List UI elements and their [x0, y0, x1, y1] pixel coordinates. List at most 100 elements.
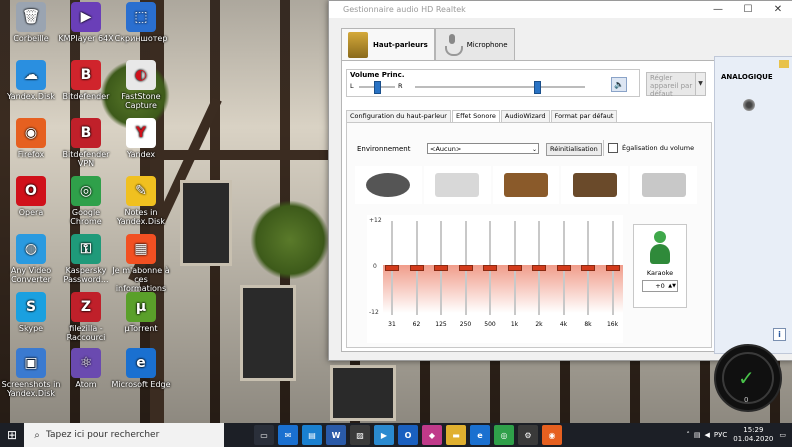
volume-slider-thumb[interactable] [534, 81, 542, 94]
eq-band-thumb[interactable] [483, 265, 497, 271]
chrome-taskbar-icon[interactable]: ◎ [494, 425, 514, 445]
notifications-icon[interactable]: ▭ [779, 431, 786, 439]
desktop-icon[interactable]: ◍ Any Video Converter [0, 234, 62, 284]
eq-band-thumb[interactable] [458, 265, 473, 271]
network-icon[interactable]: ▤ [694, 431, 701, 439]
status-gauge-widget[interactable]: ✓ 0 [714, 344, 782, 412]
maximize-button[interactable]: ☐ [733, 4, 763, 15]
desktop-icon[interactable]: ⬚ Скриншотер [110, 2, 172, 43]
tray-chevron-icon[interactable]: ˄ [686, 431, 690, 439]
minimize-button[interactable]: — [703, 4, 733, 15]
taskbar-search[interactable]: ⌕ Tapez ici pour rechercher [24, 423, 224, 447]
mute-button[interactable]: 🔈 [611, 77, 627, 92]
folder-icon[interactable] [779, 60, 789, 68]
photos-icon[interactable]: ▨ [350, 425, 370, 445]
close-button[interactable]: ✕ [763, 4, 792, 15]
loudness-equalization-checkbox[interactable]: Égalisation du volume [603, 140, 708, 156]
task-view-icon[interactable]: ▭ [254, 425, 274, 445]
environment-selected-value: <Aucun> [430, 145, 462, 153]
skype-icon: S [16, 292, 46, 322]
mail-icon[interactable]: ✉ [278, 425, 298, 445]
desktop-icon-label: Yandex.Disk [6, 92, 56, 101]
device-tabs: Haut-parleurs Microphone [341, 28, 515, 60]
karaoke-singer-icon[interactable] [648, 231, 672, 267]
edge-taskbar-icon[interactable]: e [470, 425, 490, 445]
tab-sound-effects[interactable]: Effet Sonore [451, 110, 500, 122]
eq-band-frequency: 31 [388, 321, 396, 328]
outlook-icon[interactable]: O [398, 425, 418, 445]
eq-band-thumb[interactable] [581, 265, 595, 271]
preset-bathroom[interactable] [423, 166, 491, 204]
checkbox-box[interactable] [608, 143, 618, 153]
volume-slider-track[interactable] [415, 86, 585, 88]
eq-band-thumb[interactable] [434, 265, 448, 271]
tab-default-format[interactable]: Format par défaut [550, 110, 618, 122]
desktop-icon[interactable]: ⚿ Kaspersky Password... [55, 234, 117, 284]
zoom-icon[interactable]: ▶ [374, 425, 394, 445]
desktop-icon[interactable]: Zfilezilla - Raccourci [55, 292, 117, 342]
language-indicator[interactable]: РУС [714, 431, 727, 439]
preset-stone[interactable] [355, 166, 422, 204]
eq-band-thumb[interactable] [605, 265, 620, 271]
desktop-icon[interactable]: ⚛ Atom [55, 348, 117, 389]
desktop-icon[interactable]: ◐ FastStone Capture [110, 60, 172, 110]
firefox-icon: ◉ [16, 118, 46, 148]
reset-button[interactable]: Réinitialisation [546, 143, 602, 156]
store-icon[interactable]: ▤ [302, 425, 322, 445]
tab-speaker-configuration[interactable]: Configuration du haut-parleur [346, 110, 451, 122]
folder-icon[interactable]: ▬ [446, 425, 466, 445]
desktop-icon[interactable]: ▦ Je m'abonne à ces informations [110, 234, 172, 293]
tab-microphone[interactable]: Microphone [434, 28, 515, 60]
settings-icon[interactable]: ⚙ [518, 425, 538, 445]
eq-band-frequency: 500 [484, 321, 496, 328]
karaoke-stepper[interactable]: +0 ▲▼ [642, 280, 678, 292]
set-default-device-dropdown[interactable]: Régler appareil par défaut ▼ [646, 72, 706, 98]
eq-band-thumb[interactable] [409, 265, 424, 271]
tab-speakers[interactable]: Haut-parleurs [341, 28, 435, 60]
kaspersky-icon[interactable]: ◆ [422, 425, 442, 445]
eq-band-thumb[interactable] [507, 265, 522, 271]
desktop-icon[interactable]: ☁ Yandex.Disk [0, 60, 62, 101]
firefox-taskbar-icon[interactable]: ◉ [542, 425, 562, 445]
desktop-icon[interactable]: µ µTorrent [110, 292, 172, 333]
eq-band-thumb[interactable] [532, 265, 546, 271]
desktop-icon[interactable]: S Skype [0, 292, 62, 333]
desktop-icon[interactable]: ▶ KMPlayer 64X [55, 2, 117, 43]
desktop-icon[interactable]: B Bitdefender VPN [55, 118, 117, 168]
desktop-icon[interactable]: ✎ Notes in Yandex.Disk [110, 176, 172, 226]
dropdown-arrow-icon: ▼ [695, 73, 705, 95]
desktop-icon[interactable]: ▣ Screenshots in Yandex.Disk [0, 348, 62, 398]
chrome-icon: ◎ [71, 176, 101, 206]
recycle-bin-icon: 🗑 [16, 2, 46, 32]
word-icon[interactable]: W [326, 425, 346, 445]
desktop-icon[interactable]: ◉ Firefox [0, 118, 62, 159]
taskbar-apps: ▭ ✉ ▤ W ▨ ▶ O ◆ ▬ e ◎ ⚙ ◉ [252, 425, 564, 445]
wallpaper-window [240, 285, 296, 381]
desktop-icon[interactable]: B Bitdefender [55, 60, 117, 101]
preset-opera-house[interactable] [630, 166, 697, 204]
eq-band-thumb[interactable] [385, 265, 399, 271]
desktop-icon[interactable]: ◎ Google Chrome [55, 176, 117, 226]
eq-band-thumb[interactable] [556, 265, 571, 271]
clock[interactable]: 15:29 01.04.2020 [733, 426, 773, 444]
title-bar[interactable]: Gestionnaire audio HD Realtek — ☐ ✕ [329, 1, 792, 18]
desktop-icon[interactable]: O Opera [0, 176, 62, 217]
volume-icon[interactable]: ◀ [705, 431, 710, 439]
desktop-icon-label: Opera [18, 208, 44, 217]
preset-box[interactable] [561, 166, 629, 204]
tab-speakers-label: Haut-parleurs [373, 40, 428, 49]
stepper-arrows-icon[interactable]: ▲▼ [668, 281, 676, 291]
tab-audiowizard[interactable]: AudioWizard [500, 110, 550, 122]
desktop-icon[interactable]: Y Yandex [110, 118, 172, 159]
kmplayer-icon: ▶ [71, 2, 101, 32]
desktop-icon[interactable]: e Microsoft Edge [110, 348, 172, 389]
desktop-icon[interactable]: 🗑 Corbeille [0, 2, 62, 43]
balance-slider-thumb[interactable] [374, 81, 381, 94]
preset-colosseum[interactable] [492, 166, 560, 204]
environment-select[interactable]: <Aucun> ⌄ [427, 143, 539, 154]
start-button[interactable]: ⊞ [0, 423, 24, 447]
desktop-icon-label: Kaspersky Password... [63, 266, 109, 284]
info-button[interactable]: i [773, 328, 786, 341]
audio-jack-icon[interactable] [743, 99, 755, 111]
eq-band-frequency: 8k [584, 321, 592, 328]
